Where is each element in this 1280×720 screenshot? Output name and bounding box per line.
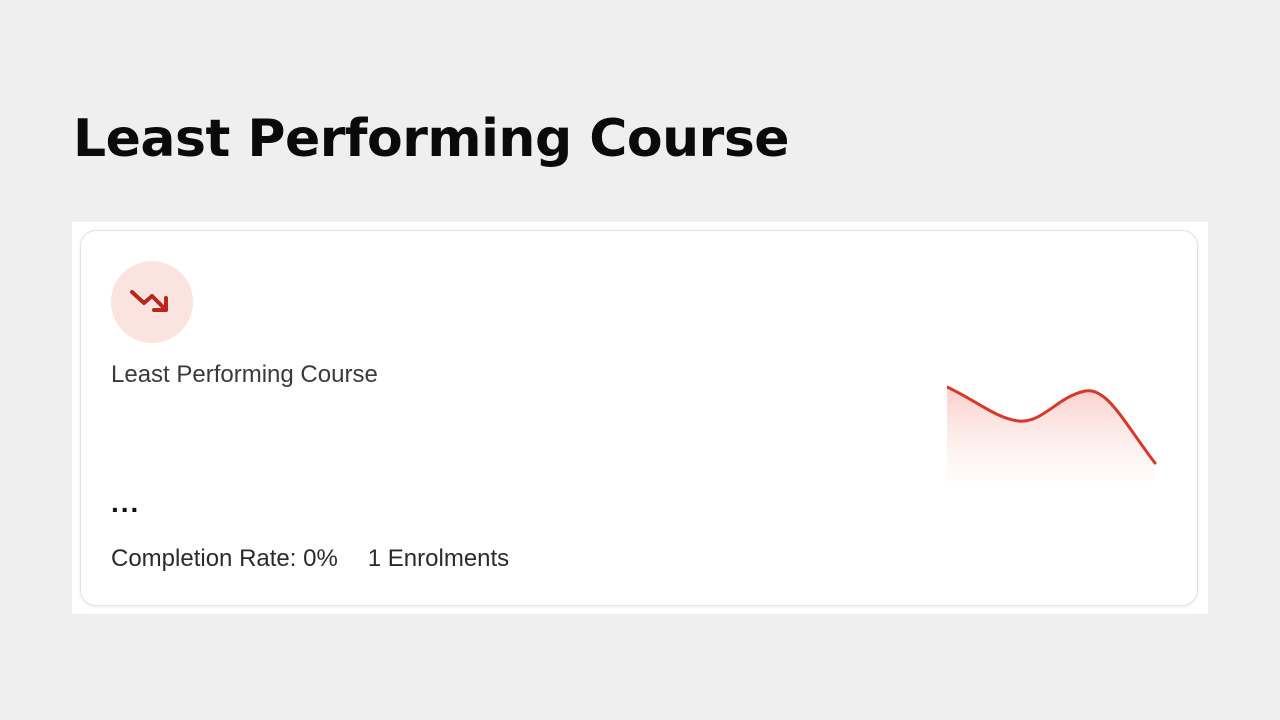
completion-rate: Completion Rate: 0% xyxy=(111,545,338,572)
card-frame: Least Performing Course ... Completion R… xyxy=(72,222,1208,614)
enrolment-count: 1 Enrolments xyxy=(367,545,510,572)
course-name: ... xyxy=(111,487,141,518)
course-stats: Completion Rate: 0% 1 Enrolments xyxy=(111,545,509,573)
card-label: Least Performing Course xyxy=(111,361,378,388)
sparkline-area xyxy=(947,387,1155,481)
trend-badge xyxy=(111,261,193,343)
least-performing-course-card[interactable]: Least Performing Course ... Completion R… xyxy=(80,230,1198,606)
trend-sparkline xyxy=(947,385,1157,481)
page-title: Least Performing Course xyxy=(73,109,790,169)
trending-down-icon xyxy=(130,290,168,312)
